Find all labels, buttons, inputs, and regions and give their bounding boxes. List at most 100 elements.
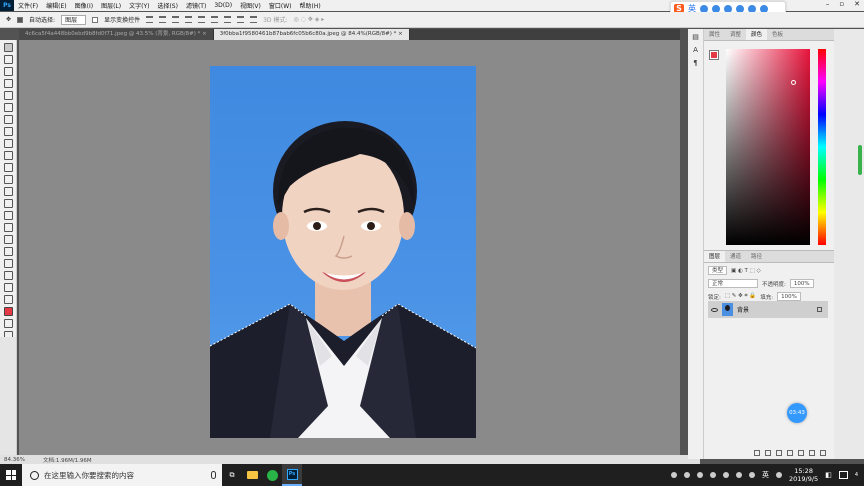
- clone-stamp-tool[interactable]: [3, 139, 13, 148]
- menu-type[interactable]: 文字(Y): [125, 1, 153, 10]
- cloud-icon[interactable]: [722, 472, 729, 478]
- tab-paths[interactable]: 路径: [746, 251, 767, 262]
- mask-icon[interactable]: [776, 450, 782, 456]
- crop-tool[interactable]: [3, 91, 13, 100]
- delete-icon[interactable]: [820, 450, 826, 456]
- blend-mode-select[interactable]: 正常: [708, 279, 758, 288]
- eyedropper-tool[interactable]: [3, 103, 13, 112]
- menu-select[interactable]: 选择(S): [153, 1, 182, 10]
- lock-icons[interactable]: ⬚ ✎ ✥ ⌗ 🔒: [725, 293, 756, 300]
- action-center-icon[interactable]: [838, 471, 848, 479]
- lasso-tool[interactable]: [3, 67, 13, 76]
- tab-document-1[interactable]: 4c6ca5f4a448bb0ebd9b8fd0f71.jpeg @ 43.5%…: [19, 29, 214, 40]
- volume-icon[interactable]: [748, 472, 755, 478]
- dodge-tool[interactable]: [3, 199, 13, 208]
- task-view-icon[interactable]: ⧉: [222, 464, 242, 486]
- layer-background[interactable]: 背景: [708, 301, 828, 318]
- network-icon[interactable]: [735, 472, 742, 478]
- default-colors-icon[interactable]: [3, 295, 13, 304]
- align-bottom-icon[interactable]: [172, 16, 180, 23]
- fx-icon[interactable]: [765, 450, 771, 456]
- tab-close-icon[interactable]: ×: [202, 31, 207, 37]
- sogou-tray-icon[interactable]: [775, 472, 782, 478]
- paragraph-icon[interactable]: ¶: [691, 59, 700, 68]
- move-tool-icon[interactable]: ✥: [6, 16, 11, 23]
- maximize-icon[interactable]: ▫: [839, 0, 844, 8]
- foreground-color-swatch[interactable]: [3, 307, 13, 316]
- tab-color[interactable]: 颜色: [746, 29, 768, 40]
- zoom-level[interactable]: 84.36%: [4, 457, 25, 463]
- align-center-icon[interactable]: [198, 16, 206, 23]
- minimize-icon[interactable]: –: [826, 0, 830, 8]
- blur-tool[interactable]: [3, 187, 13, 196]
- move-tool[interactable]: [3, 43, 13, 52]
- hue-slider[interactable]: [818, 49, 826, 245]
- pen-tool[interactable]: [3, 211, 13, 220]
- brush-tool[interactable]: [3, 127, 13, 136]
- color-picker-field[interactable]: [726, 49, 810, 245]
- foreground-color-swatch-panel[interactable]: [709, 50, 719, 60]
- start-button[interactable]: [0, 464, 22, 486]
- ime-indicator[interactable]: 英: [762, 470, 769, 480]
- clock[interactable]: 15:28 2019/9/5: [789, 467, 818, 483]
- align-middle-icon[interactable]: [159, 16, 167, 23]
- zoom-tool[interactable]: [3, 271, 13, 280]
- distribute-v-icon[interactable]: [250, 16, 258, 23]
- auto-select-checkbox[interactable]: [17, 16, 24, 23]
- quick-mask-icon[interactable]: [3, 319, 13, 328]
- menu-window[interactable]: 窗口(W): [265, 1, 296, 10]
- distribute-h-icon[interactable]: [237, 16, 245, 23]
- menu-file[interactable]: 文件(F): [14, 1, 42, 10]
- filter-icons[interactable]: ▣ ◐ T ⬚ ◇: [731, 268, 761, 274]
- more-tools-icon[interactable]: [3, 283, 13, 292]
- menu-edit[interactable]: 编辑(E): [42, 1, 70, 10]
- taskbar-search[interactable]: 在这里输入你要搜索的内容: [22, 464, 222, 486]
- tray-app-icon[interactable]: [670, 472, 677, 478]
- color-picker-handle[interactable]: [791, 80, 796, 85]
- tab-adjustments[interactable]: 调整: [725, 29, 746, 40]
- menu-view[interactable]: 视图(V): [236, 1, 265, 10]
- menu-3d[interactable]: 3D(D): [210, 2, 236, 9]
- path-select-tool[interactable]: [3, 235, 13, 244]
- close-icon[interactable]: ✕: [854, 0, 860, 8]
- link-icon[interactable]: [754, 450, 760, 456]
- opacity-input[interactable]: 100%: [789, 279, 814, 288]
- tab-channels[interactable]: 通道: [725, 251, 746, 262]
- tab-document-2[interactable]: 3f0bba1f9580461b87bab6fc05b6c80a.jpeg @ …: [213, 29, 410, 40]
- browser-360-app[interactable]: [262, 464, 282, 486]
- gradient-tool[interactable]: [3, 175, 13, 184]
- microphone-icon[interactable]: [211, 471, 216, 479]
- id-photo-image[interactable]: [210, 66, 476, 438]
- menu-help[interactable]: 帮助(H): [296, 1, 325, 10]
- show-transform-checkbox[interactable]: [92, 16, 99, 23]
- hand-tool[interactable]: [3, 259, 13, 268]
- people-icon[interactable]: [683, 472, 690, 478]
- tab-close-icon[interactable]: ×: [398, 31, 403, 37]
- fill-input[interactable]: 100%: [777, 292, 801, 301]
- history-brush-tool[interactable]: [3, 151, 13, 160]
- align-top-icon[interactable]: [146, 16, 154, 23]
- auto-select-dropdown[interactable]: 图层: [61, 14, 87, 25]
- rectangle-tool[interactable]: [3, 247, 13, 256]
- expand-tray-icon[interactable]: [696, 472, 703, 478]
- marquee-tool[interactable]: [3, 55, 13, 64]
- media-icon[interactable]: ◧: [825, 471, 832, 479]
- tab-layers[interactable]: 图层: [704, 251, 726, 262]
- menu-filter[interactable]: 滤镜(T): [182, 1, 210, 10]
- healing-brush-tool[interactable]: [3, 115, 13, 124]
- menu-image[interactable]: 图像(I): [71, 1, 97, 10]
- adjustment-icon[interactable]: [787, 450, 793, 456]
- align-left-icon[interactable]: [185, 16, 193, 23]
- type-tool[interactable]: [3, 223, 13, 232]
- orbit-3d-icon[interactable]: ◎ ◌ ✥ ◈ ▸: [293, 16, 324, 23]
- eraser-tool[interactable]: [3, 163, 13, 172]
- history-icon[interactable]: ▤: [691, 33, 700, 42]
- wechat-icon[interactable]: [709, 472, 716, 478]
- group-icon[interactable]: [798, 450, 804, 456]
- photoshop-app[interactable]: Ps: [282, 464, 302, 486]
- layer-filter-select[interactable]: 类型: [708, 266, 728, 275]
- canvas-area[interactable]: [19, 40, 680, 455]
- file-explorer-app[interactable]: [242, 464, 262, 486]
- visibility-eye-icon[interactable]: [711, 307, 718, 312]
- distribute-icon[interactable]: [224, 16, 232, 23]
